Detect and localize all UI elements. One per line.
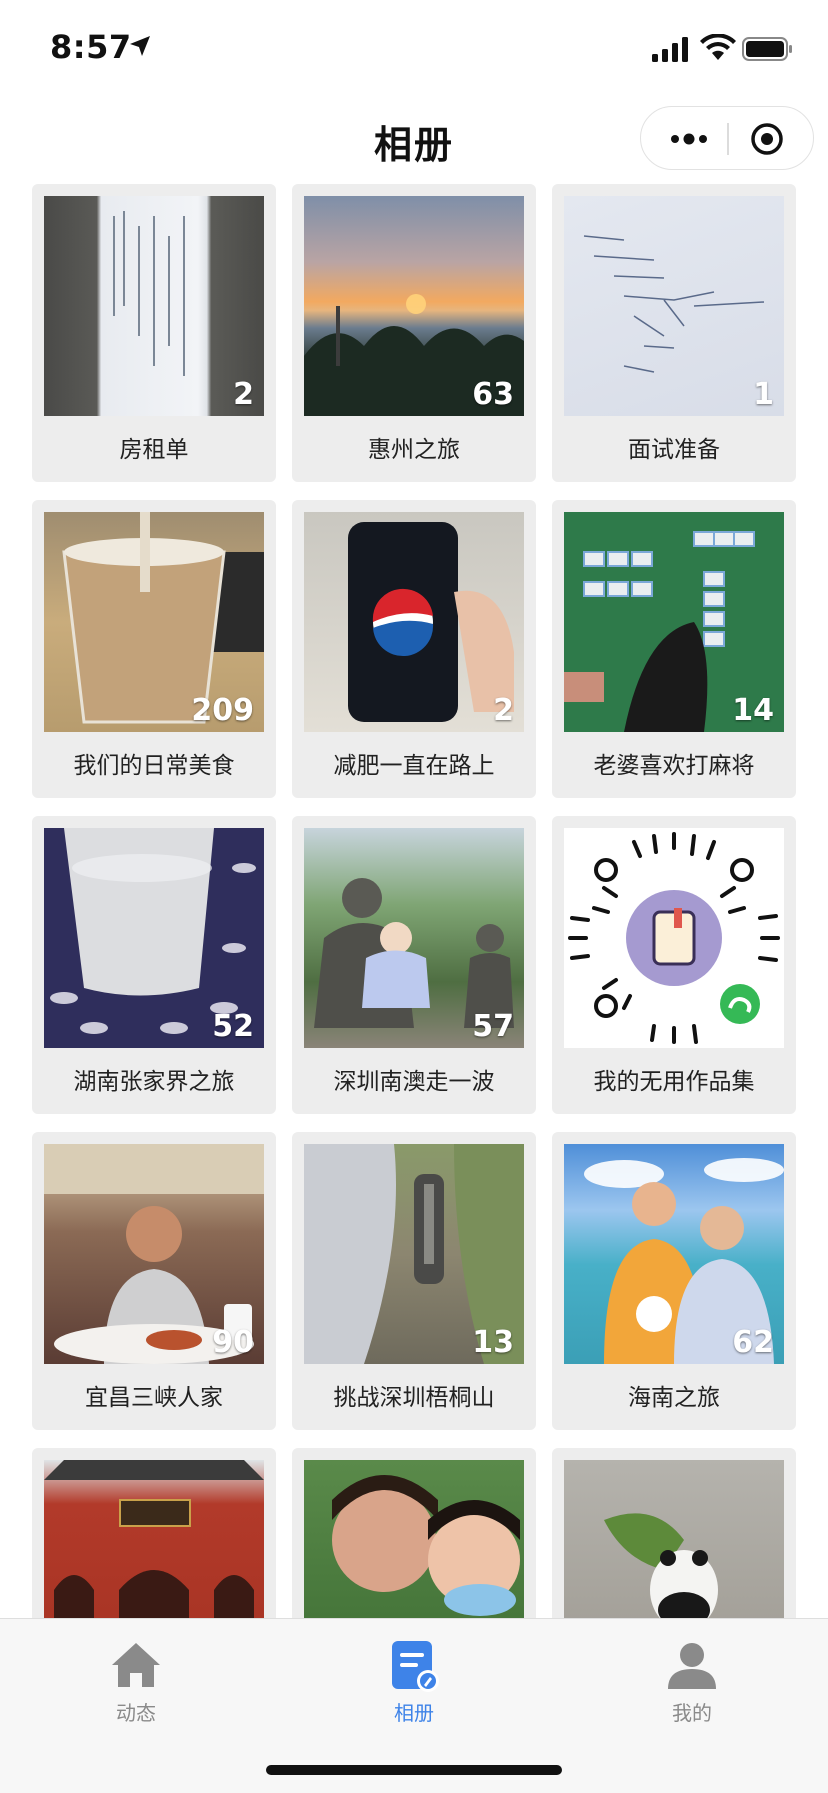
album-title: 宜昌三峡人家 — [85, 1385, 223, 1411]
album-cover: 13 — [304, 1144, 524, 1364]
album-cover — [564, 828, 784, 1048]
album-cover: 90 — [44, 1144, 264, 1364]
photo-count: 57 — [472, 1009, 514, 1044]
photo-count: 90 — [212, 1325, 254, 1360]
album-title: 面试准备 — [628, 437, 720, 463]
album-title: 惠州之旅 — [368, 437, 460, 463]
home-indicator — [266, 1765, 562, 1775]
album-cover: 1 — [564, 196, 784, 416]
cellular-signal-icon — [652, 37, 688, 62]
album-title: 湖南张家界之旅 — [73, 1069, 235, 1095]
photo-count: 14 — [732, 693, 774, 728]
album-card[interactable]: 1 面试准备 — [552, 184, 796, 482]
location-arrow-icon — [130, 36, 150, 56]
album-cover: 57 — [304, 828, 524, 1048]
tab-label: 相册 — [394, 1701, 434, 1725]
photo-count: 1 — [753, 377, 774, 412]
tab-feed[interactable]: 动态 — [56, 1629, 216, 1729]
more-options-icon[interactable] — [659, 115, 719, 163]
album-card[interactable]: 13 挑战深圳梧桐山 — [292, 1132, 536, 1430]
wifi-icon — [700, 34, 736, 60]
album-card[interactable]: 209 我们的日常美食 — [32, 500, 276, 798]
album-card[interactable]: 2 减肥一直在路上 — [292, 500, 536, 798]
album-cover: 63 — [304, 196, 524, 416]
close-miniprogram-icon[interactable] — [737, 115, 797, 163]
photo-count: 13 — [472, 1325, 514, 1360]
album-card[interactable]: 14 老婆喜欢打麻将 — [552, 500, 796, 798]
photo-count: 63 — [472, 377, 514, 412]
album-cover: 62 — [564, 1144, 784, 1364]
miniprogram-code-icon — [568, 832, 780, 1044]
album-title: 房租单 — [119, 437, 189, 463]
photo-count: 62 — [732, 1325, 774, 1360]
album-title: 挑战深圳梧桐山 — [333, 1385, 495, 1411]
miniprogram-capsule — [640, 106, 814, 170]
album-card[interactable]: 63 惠州之旅 — [292, 184, 536, 482]
photo-count: 52 — [212, 1009, 254, 1044]
album-card[interactable]: 62 海南之旅 — [552, 1132, 796, 1430]
album-cover: 209 — [44, 512, 264, 732]
home-icon — [112, 1643, 160, 1687]
photo-count: 2 — [233, 377, 254, 412]
album-title: 老婆喜欢打麻将 — [593, 753, 755, 779]
album-card[interactable]: 我的无用作品集 — [552, 816, 796, 1114]
status-bar: 8:57 — [0, 0, 828, 100]
album-card[interactable]: 2 房租单 — [32, 184, 276, 482]
photo-count: 209 — [191, 693, 254, 728]
battery-icon — [742, 37, 792, 61]
tab-profile[interactable]: 我的 — [612, 1629, 772, 1729]
profile-icon — [668, 1643, 716, 1689]
capsule-divider — [727, 123, 729, 155]
album-card[interactable]: 57 深圳南澳走一波 — [292, 816, 536, 1114]
album-card[interactable]: 90 宜昌三峡人家 — [32, 1132, 276, 1430]
album-title: 我们的日常美食 — [73, 753, 235, 779]
album-cover: 2 — [304, 512, 524, 732]
album-title: 我的无用作品集 — [593, 1069, 755, 1095]
album-card[interactable]: 52 湖南张家界之旅 — [32, 816, 276, 1114]
tab-album[interactable]: 相册 — [334, 1629, 494, 1729]
album-title: 减肥一直在路上 — [333, 753, 495, 779]
album-title: 深圳南澳走一波 — [333, 1069, 495, 1095]
photo-count: 2 — [493, 693, 514, 728]
album-cover: 14 — [564, 512, 784, 732]
album-cover: 52 — [44, 828, 264, 1048]
album-icon — [392, 1641, 439, 1692]
album-cover: 2 — [44, 196, 264, 416]
tab-label: 动态 — [116, 1701, 156, 1725]
tab-label: 我的 — [672, 1701, 712, 1725]
status-time: 8:57 — [50, 28, 132, 66]
album-title: 海南之旅 — [628, 1385, 720, 1411]
